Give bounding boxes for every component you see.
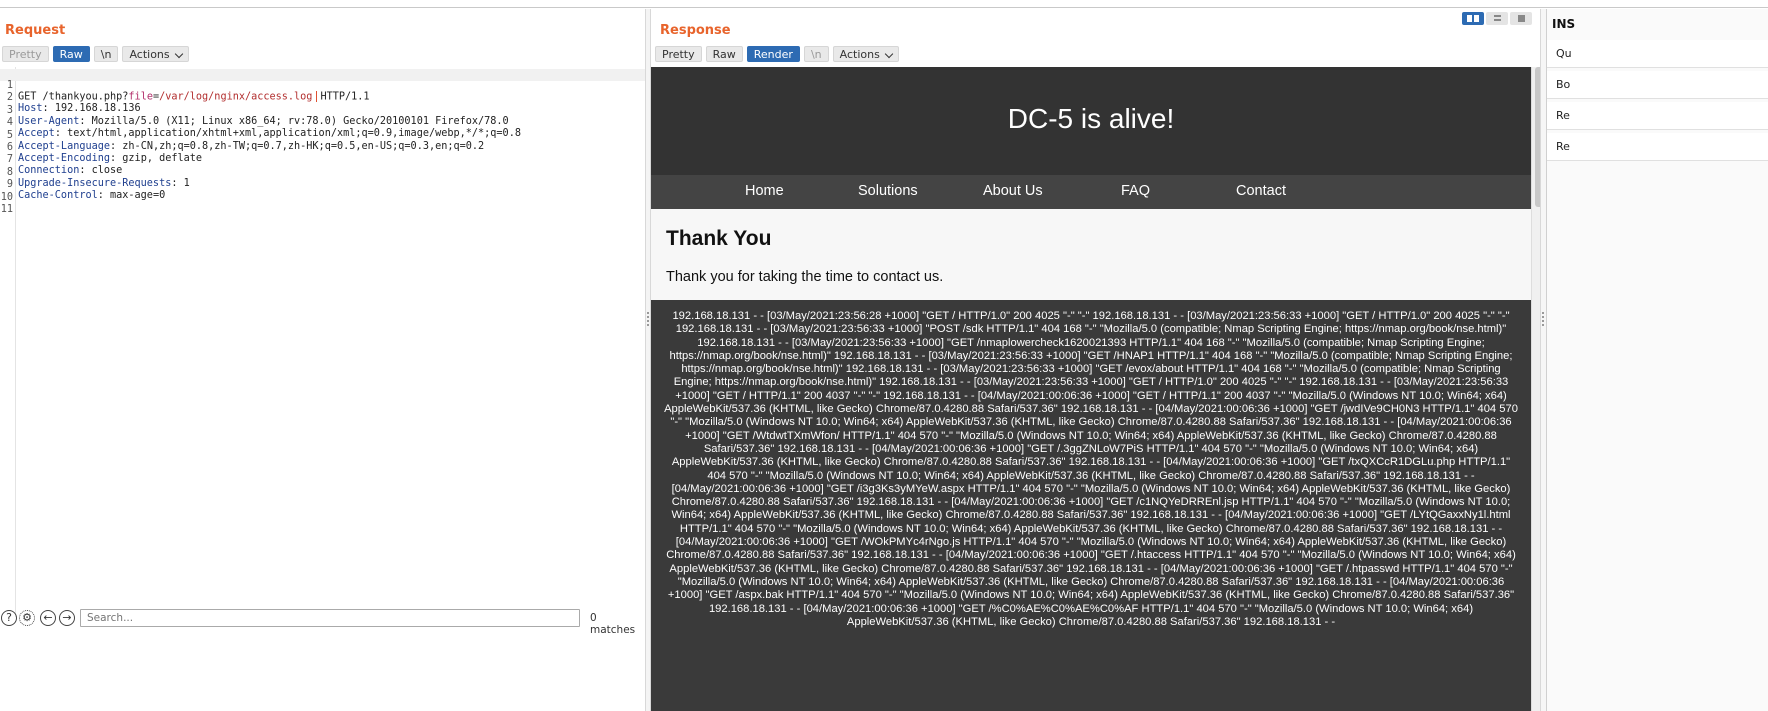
splitter-grip-icon (1542, 312, 1545, 326)
request-line-3[interactable]: 3 User-Agent: Mozilla/5.0 (X11; Linux x8… (0, 94, 645, 127)
inspector-title: INS (1552, 17, 1576, 31)
top-border (0, 0, 1768, 8)
response-tab-pretty[interactable]: Pretty (655, 46, 702, 62)
layout-switcher (1462, 12, 1532, 25)
request-line-4[interactable]: 4 Accept: text/html,application/xhtml+xm… (0, 106, 645, 139)
response-actions-dropdown[interactable]: Actions (832, 46, 899, 62)
request-line-7[interactable]: 7 Connection: close (0, 143, 645, 176)
request-newline-toggle[interactable]: \n (93, 46, 119, 62)
split-view-icon[interactable] (1462, 12, 1484, 25)
search-bar: ? ⚙ ← → 0 matches (0, 608, 645, 636)
inspector-item-response[interactable]: Re (1547, 133, 1768, 161)
request-actions-dropdown[interactable]: Actions (122, 46, 189, 62)
response-toolbar: Pretty Raw Render \n Actions (655, 46, 899, 62)
rendered-page: DC-5 is alive! Home Solutions About Us F… (651, 67, 1531, 711)
page-message: Thank you for taking the time to contact… (666, 269, 944, 285)
nav-solutions[interactable]: Solutions (858, 183, 918, 199)
settings-icon[interactable]: ⚙ (19, 610, 35, 626)
horizontal-view-icon[interactable] (1486, 12, 1508, 25)
help-icon[interactable]: ? (1, 610, 17, 626)
inspector-item-query[interactable]: Qu (1547, 40, 1768, 68)
nav-faq[interactable]: FAQ (1121, 183, 1150, 199)
single-view-icon[interactable] (1510, 12, 1532, 25)
response-pane: Response Pretty Raw Render \n Actions DC… (651, 9, 1546, 711)
request-tab-raw[interactable]: Raw (52, 46, 90, 62)
response-title: Response (660, 23, 731, 38)
request-editor[interactable]: 1 GET /thankyou.php?file=/var/log/nginx/… (0, 67, 645, 617)
back-arrow-icon[interactable]: ← (40, 610, 56, 626)
request-line-11[interactable]: 11 (0, 193, 645, 215)
forward-arrow-icon[interactable]: → (59, 610, 75, 626)
inspector-item-request[interactable]: Re (1547, 102, 1768, 130)
access-log-output: 192.168.18.131 - - [03/May/2021:23:56:28… (651, 300, 1531, 711)
request-title: Request (5, 23, 66, 38)
line-number: 11 (0, 204, 13, 215)
site-header: DC-5 is alive! (651, 67, 1531, 175)
request-tab-pretty[interactable]: Pretty (2, 46, 49, 62)
response-newline-toggle[interactable]: \n (803, 46, 829, 62)
page-content: Thank You Thank you for taking the time … (651, 209, 1531, 300)
inspector-panel: INS Qu Bo Re Re (1546, 9, 1768, 711)
request-line-9[interactable]: 9 Cache-Control: max-age=0 (0, 168, 645, 201)
site-title: DC-5 is alive! (1007, 103, 1175, 134)
nav-about-us[interactable]: About Us (983, 183, 1043, 199)
search-input[interactable] (80, 609, 580, 627)
request-line-5[interactable]: 5 Accept-Language: zh-CN,zh;q=0.8,zh-TW;… (0, 119, 645, 152)
request-pane: Request Pretty Raw \n Actions 1 GET /tha… (0, 9, 645, 711)
request-toolbar: Pretty Raw \n Actions (2, 46, 189, 62)
page-heading: Thank You (666, 227, 772, 250)
request-line-10[interactable]: 10 (0, 181, 645, 203)
request-line-6[interactable]: 6 Accept-Encoding: gzip, deflate (0, 131, 645, 164)
request-line-8[interactable]: 8 Upgrade-Insecure-Requests: 1 (0, 156, 645, 189)
site-nav: Home Solutions About Us FAQ Contact (651, 175, 1531, 209)
request-line-2[interactable]: 2 Host: 192.168.18.136 (0, 81, 645, 114)
search-match-count: 0 matches (590, 612, 636, 636)
inspector-item-body[interactable]: Bo (1547, 71, 1768, 99)
splitter-grip-icon (647, 312, 650, 326)
nav-contact[interactable]: Contact (1236, 183, 1286, 199)
request-line-1[interactable]: 1 GET /thankyou.php?file=/var/log/nginx/… (0, 69, 645, 103)
response-tab-render[interactable]: Render (746, 46, 800, 62)
nav-home[interactable]: Home (745, 183, 784, 199)
response-tab-raw[interactable]: Raw (705, 46, 743, 62)
